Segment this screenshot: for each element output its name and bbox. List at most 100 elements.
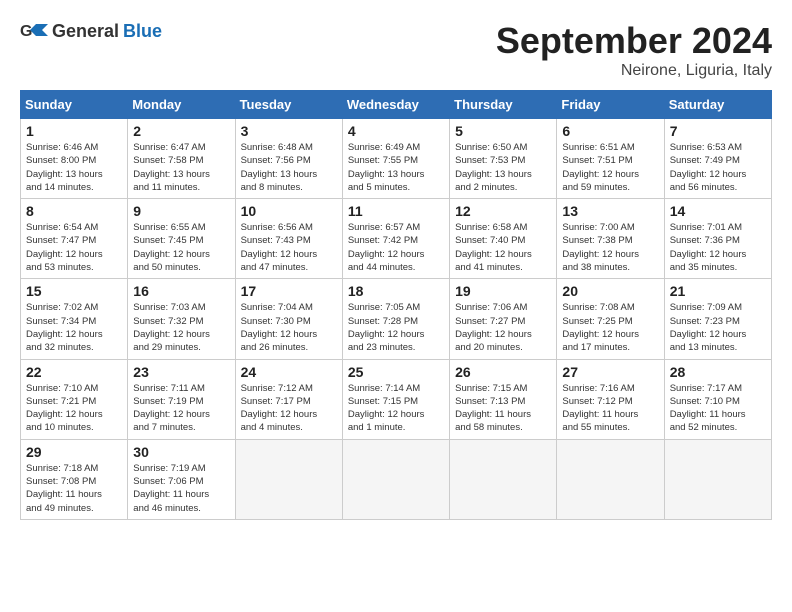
calendar-cell: 4 Sunrise: 6:49 AM Sunset: 7:55 PM Daylig… (342, 119, 449, 199)
day-info: Sunrise: 7:02 AM Sunset: 7:34 PM Dayligh… (26, 301, 122, 354)
day-number: 2 (133, 123, 229, 139)
day-number: 27 (562, 364, 658, 380)
day-info: Sunrise: 7:16 AM Sunset: 7:12 PM Dayligh… (562, 382, 658, 435)
day-number: 5 (455, 123, 551, 139)
calendar-cell (450, 439, 557, 519)
col-header-tuesday: Tuesday (235, 91, 342, 119)
logo-icon: G (20, 20, 48, 42)
logo-blue: Blue (123, 21, 162, 42)
day-number: 21 (670, 283, 766, 299)
calendar-cell: 19 Sunrise: 7:06 AM Sunset: 7:27 PM Dayli… (450, 279, 557, 359)
col-header-sunday: Sunday (21, 91, 128, 119)
day-info: Sunrise: 7:18 AM Sunset: 7:08 PM Dayligh… (26, 462, 122, 515)
col-header-wednesday: Wednesday (342, 91, 449, 119)
day-info: Sunrise: 7:17 AM Sunset: 7:10 PM Dayligh… (670, 382, 766, 435)
day-info: Sunrise: 6:58 AM Sunset: 7:40 PM Dayligh… (455, 221, 551, 274)
calendar-cell: 21 Sunrise: 7:09 AM Sunset: 7:23 PM Dayli… (664, 279, 771, 359)
day-info: Sunrise: 7:11 AM Sunset: 7:19 PM Dayligh… (133, 382, 229, 435)
calendar-cell: 7 Sunrise: 6:53 AM Sunset: 7:49 PM Daylig… (664, 119, 771, 199)
day-number: 25 (348, 364, 444, 380)
day-number: 6 (562, 123, 658, 139)
day-number: 11 (348, 203, 444, 219)
calendar-cell: 15Sunrise: 7:02 AM Sunset: 7:34 PM Dayli… (21, 279, 128, 359)
day-info: Sunrise: 7:00 AM Sunset: 7:38 PM Dayligh… (562, 221, 658, 274)
calendar-cell: 1 Sunrise: 6:46 AM Sunset: 8:00 PM Daylig… (21, 119, 128, 199)
calendar-cell: 30Sunrise: 7:19 AM Sunset: 7:06 PM Dayli… (128, 439, 235, 519)
day-number: 14 (670, 203, 766, 219)
day-info: Sunrise: 6:51 AM Sunset: 7:51 PM Dayligh… (562, 141, 658, 194)
day-number: 4 (348, 123, 444, 139)
day-info: Sunrise: 7:05 AM Sunset: 7:28 PM Dayligh… (348, 301, 444, 354)
day-number: 20 (562, 283, 658, 299)
calendar-cell (664, 439, 771, 519)
day-number: 29 (26, 444, 122, 460)
calendar-cell: 12 Sunrise: 6:58 AM Sunset: 7:40 PM Dayli… (450, 199, 557, 279)
day-info: Sunrise: 6:46 AM Sunset: 8:00 PM Dayligh… (26, 141, 122, 194)
day-info: Sunrise: 6:54 AM Sunset: 7:47 PM Dayligh… (26, 221, 122, 274)
day-number: 12 (455, 203, 551, 219)
day-info: Sunrise: 7:09 AM Sunset: 7:23 PM Dayligh… (670, 301, 766, 354)
calendar-cell: 22 Sunrise: 7:10 AM Sunset: 7:21 PM Dayli… (21, 359, 128, 439)
day-info: Sunrise: 6:57 AM Sunset: 7:42 PM Dayligh… (348, 221, 444, 274)
day-info: Sunrise: 6:48 AM Sunset: 7:56 PM Dayligh… (241, 141, 337, 194)
day-info: Sunrise: 6:49 AM Sunset: 7:55 PM Dayligh… (348, 141, 444, 194)
calendar-cell: 23 Sunrise: 7:11 AM Sunset: 7:19 PM Dayli… (128, 359, 235, 439)
day-number: 9 (133, 203, 229, 219)
calendar-cell: 27 Sunrise: 7:16 AM Sunset: 7:12 PM Dayli… (557, 359, 664, 439)
day-info: Sunrise: 6:50 AM Sunset: 7:53 PM Dayligh… (455, 141, 551, 194)
logo: G GeneralBlue (20, 20, 162, 42)
col-header-saturday: Saturday (664, 91, 771, 119)
calendar-cell: 29 Sunrise: 7:18 AM Sunset: 7:08 PM Dayli… (21, 439, 128, 519)
day-info: Sunrise: 7:15 AM Sunset: 7:13 PM Dayligh… (455, 382, 551, 435)
day-info: Sunrise: 7:10 AM Sunset: 7:21 PM Dayligh… (26, 382, 122, 435)
day-number: 18 (348, 283, 444, 299)
calendar-cell: 13 Sunrise: 7:00 AM Sunset: 7:38 PM Dayli… (557, 199, 664, 279)
calendar-cell (235, 439, 342, 519)
day-info: Sunrise: 7:03 AM Sunset: 7:32 PM Dayligh… (133, 301, 229, 354)
day-info: Sunrise: 7:14 AM Sunset: 7:15 PM Dayligh… (348, 382, 444, 435)
calendar-cell: 20 Sunrise: 7:08 AM Sunset: 7:25 PM Dayli… (557, 279, 664, 359)
day-number: 3 (241, 123, 337, 139)
calendar-cell: 24 Sunrise: 7:12 AM Sunset: 7:17 PM Dayli… (235, 359, 342, 439)
calendar-cell: 8 Sunrise: 6:54 AM Sunset: 7:47 PM Daylig… (21, 199, 128, 279)
day-number: 7 (670, 123, 766, 139)
calendar-cell (557, 439, 664, 519)
calendar-cell: 16 Sunrise: 7:03 AM Sunset: 7:32 PM Dayli… (128, 279, 235, 359)
day-number: 8 (26, 203, 122, 219)
calendar-cell: 5 Sunrise: 6:50 AM Sunset: 7:53 PM Daylig… (450, 119, 557, 199)
day-info: Sunrise: 7:12 AM Sunset: 7:17 PM Dayligh… (241, 382, 337, 435)
calendar-cell: 6 Sunrise: 6:51 AM Sunset: 7:51 PM Daylig… (557, 119, 664, 199)
day-number: 28 (670, 364, 766, 380)
calendar-cell: 18 Sunrise: 7:05 AM Sunset: 7:28 PM Dayli… (342, 279, 449, 359)
day-number: 1 (26, 123, 122, 139)
header: G GeneralBlue September 2024 Neirone, Li… (20, 20, 772, 80)
calendar-cell: 28 Sunrise: 7:17 AM Sunset: 7:10 PM Dayli… (664, 359, 771, 439)
day-info: Sunrise: 6:47 AM Sunset: 7:58 PM Dayligh… (133, 141, 229, 194)
day-number: 13 (562, 203, 658, 219)
day-info: Sunrise: 6:53 AM Sunset: 7:49 PM Dayligh… (670, 141, 766, 194)
day-info: Sunrise: 7:08 AM Sunset: 7:25 PM Dayligh… (562, 301, 658, 354)
calendar-cell: 25 Sunrise: 7:14 AM Sunset: 7:15 PM Dayli… (342, 359, 449, 439)
day-number: 22 (26, 364, 122, 380)
day-info: Sunrise: 7:06 AM Sunset: 7:27 PM Dayligh… (455, 301, 551, 354)
day-number: 10 (241, 203, 337, 219)
calendar-cell: 9 Sunrise: 6:55 AM Sunset: 7:45 PM Daylig… (128, 199, 235, 279)
day-number: 16 (133, 283, 229, 299)
day-number: 19 (455, 283, 551, 299)
col-header-friday: Friday (557, 91, 664, 119)
day-number: 30 (133, 444, 229, 460)
col-header-thursday: Thursday (450, 91, 557, 119)
calendar-cell: 3 Sunrise: 6:48 AM Sunset: 7:56 PM Daylig… (235, 119, 342, 199)
month-title: September 2024 (496, 20, 772, 62)
day-number: 24 (241, 364, 337, 380)
svg-text:G: G (20, 23, 32, 40)
calendar-cell: 26Sunrise: 7:15 AM Sunset: 7:13 PM Dayli… (450, 359, 557, 439)
col-header-monday: Monday (128, 91, 235, 119)
calendar-cell: 10Sunrise: 6:56 AM Sunset: 7:43 PM Dayli… (235, 199, 342, 279)
day-info: Sunrise: 6:55 AM Sunset: 7:45 PM Dayligh… (133, 221, 229, 274)
calendar-cell: 11 Sunrise: 6:57 AM Sunset: 7:42 PM Dayli… (342, 199, 449, 279)
calendar-cell (342, 439, 449, 519)
title-area: September 2024 Neirone, Liguria, Italy (496, 20, 772, 80)
day-number: 23 (133, 364, 229, 380)
calendar-table: SundayMondayTuesdayWednesdayThursdayFrid… (20, 90, 772, 520)
